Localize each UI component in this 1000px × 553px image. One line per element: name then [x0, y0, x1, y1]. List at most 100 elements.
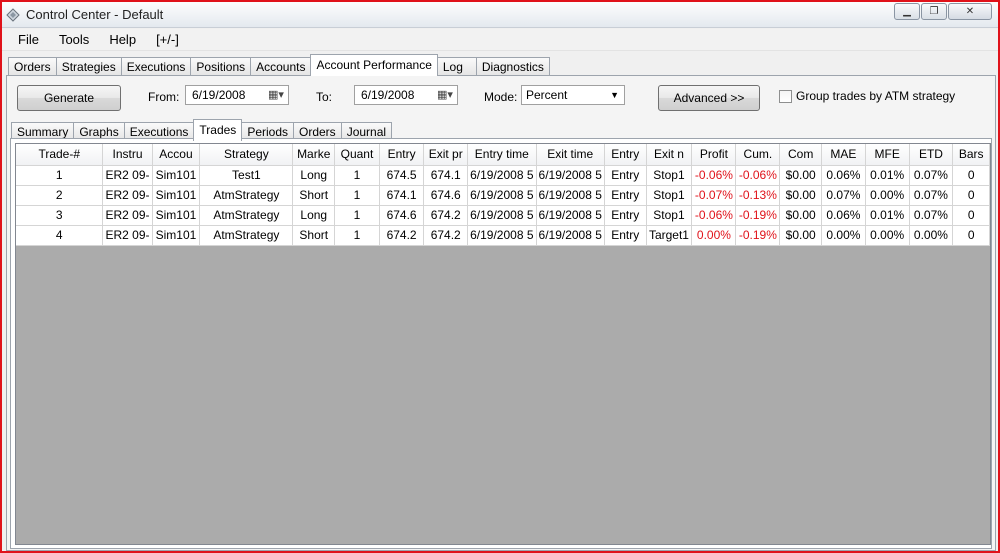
table-cell: 0.07%: [909, 165, 954, 186]
table-cell: Test1: [199, 165, 294, 186]
mode-select[interactable]: Percent ▼: [521, 85, 625, 105]
menu-help[interactable]: Help: [99, 32, 146, 47]
table-row[interactable]: 2 ER2 09- Sim101 AtmStrategy Short 1 674.1 674.…: [16, 185, 990, 206]
column-header[interactable]: Marke: [292, 144, 336, 166]
table-cell: -0.19%: [735, 205, 781, 226]
table-cell: 6/19/2008 5: [536, 225, 605, 246]
from-date-value: 6/19/2008: [192, 88, 246, 102]
table-cell: 1: [334, 205, 380, 226]
to-date-value: 6/19/2008: [361, 88, 415, 102]
table-cell: 0.07%: [909, 185, 954, 206]
column-header[interactable]: Quant: [334, 144, 380, 166]
table-cell: 674.6: [379, 205, 425, 226]
minimize-button[interactable]: ▁: [894, 3, 920, 20]
table-cell: 6/19/2008 5: [536, 205, 605, 226]
table-cell: 674.1: [423, 165, 469, 186]
tab-orders[interactable]: Orders: [8, 57, 57, 76]
table-cell: Long: [292, 205, 336, 226]
column-header[interactable]: MAE: [821, 144, 866, 166]
restore-icon: ❐: [929, 6, 939, 17]
table-cell: $0.00: [779, 165, 823, 186]
close-icon: ✕: [965, 6, 975, 17]
calendar-icon[interactable]: ▦▾: [268, 88, 284, 102]
tab-positions[interactable]: Positions: [190, 57, 252, 76]
table-cell: 674.5: [379, 165, 425, 186]
column-header[interactable]: Bars: [952, 144, 990, 166]
trades-panel: Trade-# Instru Accou Strategy Marke Quant Entr…: [10, 138, 992, 549]
tab-account-performance[interactable]: Account Performance: [310, 54, 438, 76]
table-cell: 2: [16, 185, 104, 206]
column-header[interactable]: ETD: [909, 144, 954, 166]
table-cell: -0.06%: [691, 205, 737, 226]
table-cell: 674.2: [423, 205, 469, 226]
column-header[interactable]: Exit n: [646, 144, 693, 166]
table-cell: 6/19/2008 5: [536, 185, 605, 206]
column-header[interactable]: MFE: [865, 144, 910, 166]
table-cell: 0: [952, 225, 990, 246]
table-row[interactable]: 4 ER2 09- Sim101 AtmStrategy Short 1 674.2 674.…: [16, 225, 990, 246]
close-button[interactable]: ✕: [948, 3, 992, 20]
menu-file[interactable]: File: [8, 32, 49, 47]
column-header[interactable]: Profit: [691, 144, 737, 166]
column-header[interactable]: Entry: [379, 144, 425, 166]
menu-toggle[interactable]: [+/-]: [146, 32, 189, 47]
column-header[interactable]: Exit pr: [423, 144, 469, 166]
tab-diagnostics[interactable]: Diagnostics: [475, 57, 550, 76]
column-header[interactable]: Entry time: [467, 144, 537, 166]
table-cell: 0.06%: [821, 165, 866, 186]
tab-strategies[interactable]: Strategies: [55, 57, 122, 76]
to-label: To:: [316, 90, 333, 104]
main-tabs: Orders Strategies Executions Positions A…: [8, 54, 550, 76]
table-cell: 0: [952, 185, 990, 206]
table-cell: Entry: [604, 185, 647, 206]
table-cell: 6/19/2008 5: [467, 165, 537, 186]
table-row[interactable]: 1 ER2 09- Sim101 Test1 Long 1 674.5 674.1 6/19/2…: [16, 165, 990, 186]
column-header[interactable]: Entry: [604, 144, 647, 166]
table-cell: -0.13%: [735, 185, 781, 206]
tab-trades[interactable]: Trades: [193, 119, 243, 141]
table-cell: Long: [292, 165, 336, 186]
tab-executions[interactable]: Executions: [120, 57, 192, 76]
tab-accounts[interactable]: Accounts: [250, 57, 312, 76]
table-cell: 3: [16, 205, 104, 226]
table-cell: $0.00: [779, 205, 823, 226]
table-row[interactable]: 3 ER2 09- Sim101 AtmStrategy Long 1 674.6 674.2…: [16, 205, 990, 226]
from-date-picker[interactable]: 6/19/2008 ▦▾: [185, 85, 289, 105]
to-date-picker[interactable]: 6/19/2008 ▦▾: [354, 85, 458, 105]
table-cell: 6/19/2008 5: [467, 205, 537, 226]
group-trades-checkbox[interactable]: [779, 90, 792, 103]
table-cell: Short: [292, 225, 336, 246]
table-cell: 0: [952, 205, 990, 226]
table-cell: ER2 09-: [102, 225, 153, 246]
table-cell: -0.07%: [691, 185, 737, 206]
table-cell: 674.6: [423, 185, 469, 206]
table-cell: ER2 09-: [102, 185, 153, 206]
trades-table: Trade-# Instru Accou Strategy Marke Quant Entr…: [16, 144, 990, 246]
column-header[interactable]: Strategy: [199, 144, 294, 166]
table-cell: 0.01%: [865, 205, 910, 226]
control-center-window: Control Center - Default ▁ ❐ ✕ File Tool…: [0, 0, 1000, 553]
table-cell: 1: [16, 165, 104, 186]
table-cell: Target1: [646, 225, 693, 246]
column-header[interactable]: Trade-#: [16, 144, 104, 166]
column-header[interactable]: Com: [779, 144, 823, 166]
tab-log[interactable]: Log: [436, 57, 477, 76]
table-cell: Entry: [604, 225, 647, 246]
table-cell: Sim101: [152, 185, 201, 206]
menu-bar: File Tools Help [+/-]: [2, 29, 998, 51]
table-cell: 4: [16, 225, 104, 246]
advanced-button[interactable]: Advanced >>: [658, 85, 760, 111]
generate-button[interactable]: Generate: [17, 85, 121, 111]
table-cell: 0: [952, 165, 990, 186]
column-header[interactable]: Accou: [152, 144, 201, 166]
calendar-icon[interactable]: ▦▾: [437, 88, 453, 102]
column-header[interactable]: Instru: [102, 144, 153, 166]
menu-tools[interactable]: Tools: [49, 32, 99, 47]
table-cell: AtmStrategy: [199, 225, 294, 246]
column-header[interactable]: Exit time: [536, 144, 605, 166]
column-header[interactable]: Cum.: [735, 144, 781, 166]
table-cell: 674.2: [423, 225, 469, 246]
table-header: Trade-# Instru Accou Strategy Marke Quant Entr…: [16, 144, 990, 166]
table-cell: 0.00%: [865, 225, 910, 246]
restore-button[interactable]: ❐: [921, 3, 947, 20]
